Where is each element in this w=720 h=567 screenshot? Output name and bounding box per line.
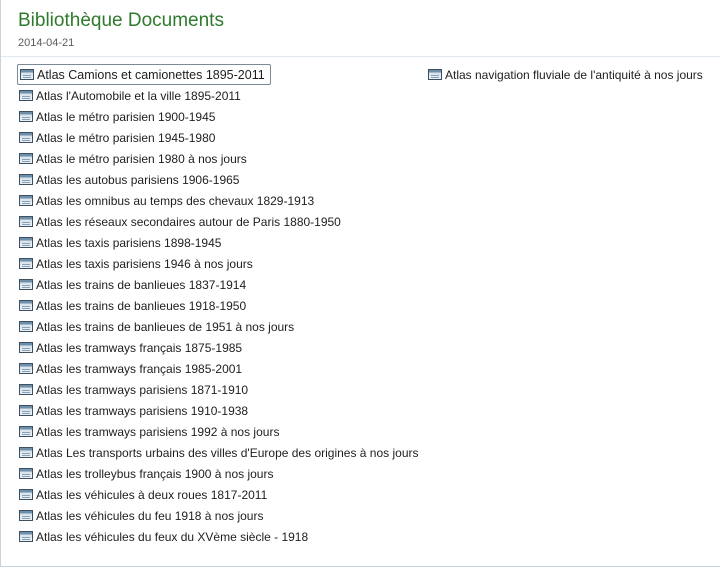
document-icon [19, 216, 33, 227]
document-label: Atlas les tramways français 1875-1985 [36, 340, 243, 355]
document-item[interactable]: Atlas les tramways parisiens 1992 à nos … [17, 421, 427, 442]
document-item[interactable]: Atlas les trains de banlieues de 1951 à … [17, 316, 427, 337]
document-icon [19, 321, 33, 332]
document-label: Atlas Les transports urbains des villes … [36, 445, 419, 460]
document-item[interactable]: Atlas le métro parisien 1980 à nos jours [17, 148, 427, 169]
document-label: Atlas l'Automobile et la ville 1895-2011 [36, 88, 241, 103]
document-icon [19, 258, 33, 269]
document-icon [19, 468, 33, 479]
document-label: Atlas les omnibus au temps des chevaux 1… [36, 193, 315, 208]
document-icon [19, 111, 33, 122]
document-item[interactable]: Atlas le métro parisien 1945-1980 [17, 127, 427, 148]
document-label: Atlas les réseaux secondaires autour de … [36, 214, 341, 229]
document-icon [19, 384, 33, 395]
document-label: Atlas les véhicules du feux du XVème siè… [36, 529, 309, 544]
library-date: 2014-04-21 [18, 37, 75, 49]
document-item[interactable]: Atlas les trains de banlieues 1837-1914 [17, 274, 427, 295]
document-item[interactable]: Atlas les tramways parisiens 1910-1938 [17, 400, 427, 421]
document-icon [19, 531, 33, 542]
document-label: Atlas les tramways parisiens 1910-1938 [36, 403, 249, 418]
document-item[interactable]: Atlas les taxis parisiens 1946 à nos jou… [17, 253, 427, 274]
document-icon [19, 90, 33, 101]
document-icon [19, 363, 33, 374]
page-title: Bibliothèque Documents [18, 10, 224, 31]
document-label: Atlas les tramways parisiens 1871-1910 [36, 382, 249, 397]
document-label: Atlas les véhicules à deux roues 1817-20… [36, 487, 268, 502]
document-icon [19, 405, 33, 416]
document-item[interactable]: Atlas les taxis parisiens 1898-1945 [17, 232, 427, 253]
document-label: Atlas les trains de banlieues de 1951 à … [36, 319, 295, 334]
document-icon [19, 195, 33, 206]
document-list-left: Atlas Camions et camionettes 1895-2011 At… [17, 64, 427, 547]
document-label: Atlas les trains de banlieues 1918-1950 [36, 298, 247, 313]
library-header: Bibliothèque Documents 2014-04-21 [1, 0, 720, 57]
document-label: Atlas navigation fluviale de l'antiquité… [445, 67, 703, 82]
document-label: Atlas les trains de banlieues 1837-1914 [36, 277, 247, 292]
document-label: Atlas les taxis parisiens 1946 à nos jou… [36, 256, 253, 271]
document-item[interactable]: Atlas les tramways français 1985-2001 [17, 358, 427, 379]
document-label: Atlas les véhicules du feu 1918 à nos jo… [36, 508, 264, 523]
document-label: Atlas les autobus parisiens 1906-1965 [36, 172, 240, 187]
document-item[interactable]: Atlas les tramways français 1875-1985 [17, 337, 427, 358]
document-label: Atlas le métro parisien 1980 à nos jours [36, 151, 247, 166]
document-icon [19, 489, 33, 500]
document-icon [19, 153, 33, 164]
document-item[interactable]: Atlas les véhicules du feux du XVème siè… [17, 526, 427, 547]
document-label: Atlas les tramways français 1985-2001 [36, 361, 243, 376]
document-item[interactable]: Atlas Les transports urbains des villes … [17, 442, 427, 463]
document-icon [19, 342, 33, 353]
document-label: Atlas les trolleybus français 1900 à nos… [36, 466, 274, 481]
document-icon [19, 426, 33, 437]
document-item[interactable]: Atlas l'Automobile et la ville 1895-2011 [17, 85, 427, 106]
document-label: Atlas le métro parisien 1945-1980 [36, 130, 216, 145]
document-item[interactable]: Atlas le métro parisien 1900-1945 [17, 106, 427, 127]
document-label: Atlas le métro parisien 1900-1945 [36, 109, 216, 124]
document-item[interactable]: Atlas les véhicules du feu 1918 à nos jo… [17, 505, 427, 526]
document-item[interactable]: Atlas Camions et camionettes 1895-2011 [17, 64, 271, 85]
document-icon [428, 69, 442, 80]
document-icon [19, 174, 33, 185]
document-icon [19, 300, 33, 311]
document-item[interactable]: Atlas navigation fluviale de l'antiquité… [426, 64, 703, 85]
document-item[interactable]: Atlas les réseaux secondaires autour de … [17, 211, 427, 232]
document-label: Atlas les taxis parisiens 1898-1945 [36, 235, 222, 250]
document-icon [19, 279, 33, 290]
library-window: Bibliothèque Documents 2014-04-21 Atlas … [0, 0, 720, 567]
document-item[interactable]: Atlas les tramways parisiens 1871-1910 [17, 379, 427, 400]
document-icon [19, 132, 33, 143]
document-list-right: Atlas navigation fluviale de l'antiquité… [426, 64, 703, 85]
document-label: Atlas les tramways parisiens 1992 à nos … [36, 424, 280, 439]
document-icon [19, 510, 33, 521]
document-icon [20, 69, 34, 80]
document-item[interactable]: Atlas les autobus parisiens 1906-1965 [17, 169, 427, 190]
document-item[interactable]: Atlas les trolleybus français 1900 à nos… [17, 463, 427, 484]
document-item[interactable]: Atlas les trains de banlieues 1918-1950 [17, 295, 427, 316]
document-item[interactable]: Atlas les véhicules à deux roues 1817-20… [17, 484, 427, 505]
document-label: Atlas Camions et camionettes 1895-2011 [37, 67, 265, 82]
document-item[interactable]: Atlas les omnibus au temps des chevaux 1… [17, 190, 427, 211]
document-icon [19, 447, 33, 458]
document-icon [19, 237, 33, 248]
